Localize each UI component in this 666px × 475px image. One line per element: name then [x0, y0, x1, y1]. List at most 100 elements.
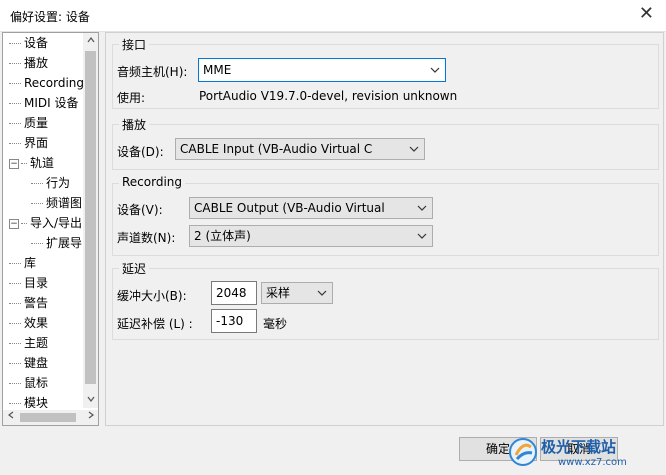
tree-connector: [9, 43, 21, 44]
tree-item-label: 播放: [24, 56, 49, 70]
tree-item-label: 鼠标: [24, 376, 49, 390]
tree-item-label: 扩展导: [46, 236, 83, 250]
buffer-unit-select[interactable]: 采样: [261, 282, 333, 304]
scroll-up-icon[interactable]: [83, 33, 98, 49]
using-value: PortAudio V19.7.0-devel, revision unknow…: [199, 89, 458, 103]
tree-connector: [9, 403, 21, 404]
tree-item-label: 行为: [46, 176, 71, 190]
tree-item-label: 主题: [24, 336, 49, 350]
vertical-scroll-thumb[interactable]: [85, 51, 96, 384]
playback-device-select[interactable]: CABLE Input (VB-Audio Virtual C: [175, 138, 425, 160]
interface-group: 接口 音频主机(H): MME 使用: PortAudio V19.7.0-de…: [112, 36, 659, 109]
settings-panel: 接口 音频主机(H): MME 使用: PortAudio V19.7.0-de…: [105, 32, 664, 426]
tree-item-libraries[interactable]: 库: [9, 254, 36, 272]
host-select[interactable]: MME: [198, 58, 446, 82]
tree-item-recording[interactable]: Recording: [9, 74, 83, 92]
tree-item-label: 效果: [24, 316, 49, 330]
tree-item-directories[interactable]: 目录: [9, 274, 48, 292]
playback-device-value: CABLE Input (VB-Audio Virtual C: [180, 142, 373, 156]
tree-connector: [31, 243, 43, 244]
latency-group: 延迟 缓冲大小(B): 2048 采样 延迟补偿 (L) : -130 毫秒: [112, 260, 659, 340]
tree-connector: [9, 303, 21, 304]
latency-compensation-unit: 毫秒: [263, 317, 288, 331]
tree-item-spectrograms[interactable]: 频谱图: [31, 194, 82, 212]
tree-item-effects[interactable]: 效果: [9, 314, 48, 332]
latency-compensation-input[interactable]: -130: [211, 309, 257, 333]
tree-item-label: 警告: [24, 296, 49, 310]
tree-connector: [9, 83, 21, 84]
window-title: 偏好设置: 设备: [10, 10, 90, 24]
tree-list: 设备 播放 Recording MIDI 设备 质量 界面 − 轨道 行为 频谱图…: [3, 33, 83, 408]
tree-horizontal-scrollbar[interactable]: [3, 410, 98, 425]
title-bar: 偏好设置: 设备 ✕: [0, 0, 666, 32]
tree-item-label: 频谱图: [46, 196, 83, 210]
tree-item-playback[interactable]: 播放: [9, 54, 48, 72]
tree-item-quality[interactable]: 质量: [9, 114, 48, 132]
tree-item-devices[interactable]: 设备: [9, 34, 48, 52]
watermark-logo: 极光下载站 www.xz7.com: [508, 435, 658, 469]
close-icon[interactable]: ✕: [639, 3, 654, 24]
tree-item-label: Recording: [24, 76, 83, 90]
playback-group: 播放 设备(D): CABLE Input (VB-Audio Virtual …: [112, 116, 659, 170]
tree-vertical-scrollbar[interactable]: [83, 33, 98, 408]
tree-connector: [9, 323, 21, 324]
tree-connector: [9, 123, 21, 124]
tree-item-label: 导入/导出: [30, 216, 83, 230]
playback-group-title: 播放: [119, 116, 150, 133]
tree-connector: [31, 183, 43, 184]
tree-connector: [21, 223, 27, 224]
tree-item-label: 目录: [24, 276, 49, 290]
tree-item-label: 界面: [24, 136, 49, 150]
recording-device-select[interactable]: CABLE Output (VB-Audio Virtual: [189, 197, 433, 219]
tree-item-keyboard[interactable]: 键盘: [9, 354, 48, 372]
chevron-down-icon: [316, 283, 328, 303]
chevron-down-icon: [416, 198, 428, 218]
watermark-text: 极光下载站: [541, 438, 616, 456]
chevron-down-icon: [408, 139, 420, 159]
scroll-left-icon[interactable]: [3, 410, 18, 425]
scroll-down-icon[interactable]: [83, 392, 98, 408]
recording-group: Recording 设备(V): CABLE Output (VB-Audio …: [112, 175, 659, 256]
tree-connector: [9, 363, 21, 364]
tree-item-modules[interactable]: 模块: [9, 394, 48, 408]
recording-device-value: CABLE Output (VB-Audio Virtual: [194, 201, 385, 215]
tree-item-tracks-behaviors[interactable]: 行为: [31, 174, 70, 192]
horizontal-scroll-thumb[interactable]: [20, 413, 76, 422]
host-label: 音频主机(H):: [117, 65, 188, 79]
tree-item-label: 键盘: [24, 356, 49, 370]
tree-connector: [9, 143, 21, 144]
tree-connector: [31, 203, 43, 204]
tree-connector: [21, 163, 27, 164]
tree-item-extended-import[interactable]: 扩展导: [31, 234, 82, 252]
tree-item-midi-devices[interactable]: MIDI 设备: [9, 94, 79, 112]
channels-label: 声道数(N):: [117, 231, 176, 245]
chevron-down-icon: [416, 226, 428, 246]
buffer-size-label: 缓冲大小(B):: [117, 289, 187, 303]
tree-item-label: 设备: [24, 36, 49, 50]
channels-select[interactable]: 2 (立体声): [189, 225, 433, 247]
playback-device-label: 设备(D):: [117, 145, 164, 159]
preferences-tree[interactable]: 设备 播放 Recording MIDI 设备 质量 界面 − 轨道 行为 频谱图…: [2, 32, 99, 426]
tree-item-label: 质量: [24, 116, 49, 130]
tree-item-theme[interactable]: 主题: [9, 334, 48, 352]
tree-item-label: 库: [24, 256, 37, 270]
host-select-value: MME: [203, 63, 232, 77]
collapse-icon[interactable]: −: [9, 218, 19, 229]
tree-connector: [9, 63, 21, 64]
chevron-down-icon: [429, 59, 441, 79]
tree-item-interface[interactable]: 界面: [9, 134, 48, 152]
scroll-right-icon[interactable]: [83, 410, 98, 425]
tree-item-import-export[interactable]: − 导入/导出: [9, 214, 82, 232]
recording-group-title: Recording: [119, 175, 186, 189]
buffer-size-input[interactable]: 2048: [211, 281, 257, 305]
collapse-icon[interactable]: −: [9, 158, 19, 169]
tree-item-mouse[interactable]: 鼠标: [9, 374, 48, 392]
tree-item-warnings[interactable]: 警告: [9, 294, 48, 312]
buffer-unit-value: 采样: [266, 286, 291, 300]
tree-item-tracks[interactable]: − 轨道: [9, 154, 54, 172]
tree-connector: [9, 283, 21, 284]
using-label: 使用:: [117, 91, 146, 105]
tree-connector: [9, 383, 21, 384]
interface-group-title: 接口: [119, 36, 150, 53]
recording-device-label: 设备(V):: [117, 203, 163, 217]
